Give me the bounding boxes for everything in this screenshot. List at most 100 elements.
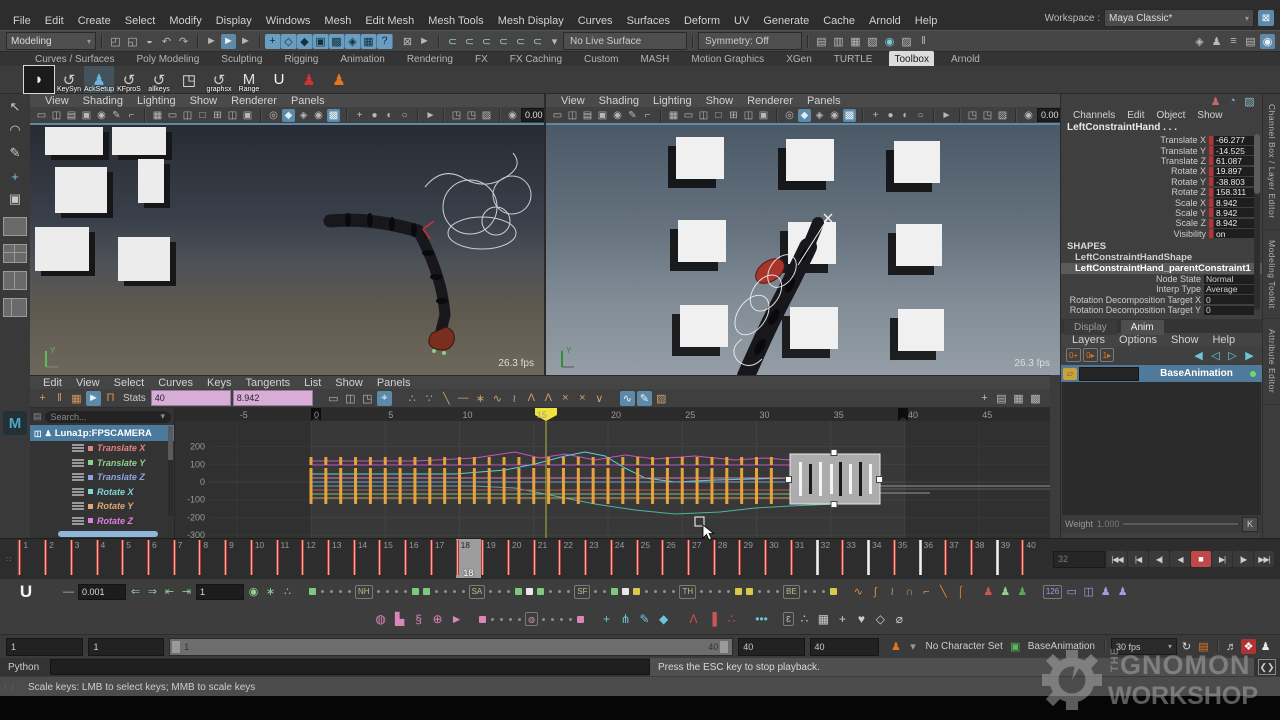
channel-box-toggle-icon[interactable]: ≡ xyxy=(1226,34,1241,49)
timeline-frame[interactable]: 16 xyxy=(404,539,430,579)
graph-editor-menu-item[interactable]: Show xyxy=(335,375,363,390)
playback-start-field[interactable]: 1 xyxy=(88,638,164,656)
select-tool[interactable]: ↖ xyxy=(4,97,26,117)
viewport-menu-item[interactable]: Lighting xyxy=(137,93,176,108)
move-layer-up-icon[interactable]: ◀ xyxy=(1191,348,1206,363)
shelf-kfpros[interactable]: ↺ KFproS xyxy=(114,66,144,93)
use-all-lights-icon[interactable]: ◉ xyxy=(312,109,325,122)
slider-settings-icon[interactable]: ◫ xyxy=(1081,584,1096,599)
timeline-frame[interactable]: 37 xyxy=(944,539,970,579)
channel-box-menu-item[interactable]: Edit xyxy=(1127,108,1144,123)
menu-item[interactable]: Arnold xyxy=(869,13,901,28)
attribute-value[interactable]: -38.803 xyxy=(1214,177,1254,186)
attribute-value[interactable]: 158.311 xyxy=(1214,188,1254,197)
layer-editor-menu-item[interactable]: Layers xyxy=(1072,333,1105,348)
timeline-frame[interactable]: 10 xyxy=(250,539,276,579)
exposure-icon[interactable]: ◉ xyxy=(506,109,519,122)
ease-arc-icon[interactable]: ∩ xyxy=(902,584,917,599)
camera-gate-icon[interactable]: ⌐ xyxy=(125,109,138,122)
channel-box-menu-item[interactable]: Object xyxy=(1157,108,1186,123)
timeline-frame[interactable]: 7 xyxy=(173,539,199,579)
film-gate-icon[interactable]: ▭ xyxy=(682,109,695,122)
animbot-logo[interactable]: U xyxy=(15,584,37,599)
channel-attribute-row[interactable]: Rotate X 19.897 xyxy=(1061,166,1262,176)
character-controls-icon[interactable]: ♟ xyxy=(1209,34,1224,49)
shelf-graphsx[interactable]: ↺ graphsx xyxy=(204,66,234,93)
slider-sf[interactable]: SF xyxy=(574,585,590,599)
shelf-animbot[interactable]: U xyxy=(264,66,294,93)
weight-slider[interactable] xyxy=(1123,523,1238,525)
two-d-pan-icon[interactable]: ◉ xyxy=(95,109,108,122)
wireframe-icon[interactable]: ◎ xyxy=(267,109,280,122)
layout-single-pane-button[interactable] xyxy=(3,217,27,236)
channel-attribute-row[interactable]: Scale Z 8.942 xyxy=(1061,218,1262,228)
epsilon-tool[interactable]: Ɛ xyxy=(783,612,794,626)
script-editor-icon[interactable]: ❮❯ xyxy=(1258,659,1276,675)
timeline-frame[interactable]: 23 xyxy=(584,539,610,579)
sidebar-vertical-tab[interactable]: Modeling Toolkit xyxy=(1263,230,1280,320)
character-set-dropdown-arrow[interactable]: ▾ xyxy=(905,639,920,654)
more-dots-icon[interactable]: ••• xyxy=(753,611,770,628)
render-settings-icon[interactable]: ▧ xyxy=(865,34,880,49)
channel-attribute-row[interactable]: Translate X -66.277 xyxy=(1061,135,1262,145)
save-scene-icon[interactable]: ◒ xyxy=(142,34,157,49)
flat-tangent-icon[interactable]: — xyxy=(456,391,471,406)
range-slider[interactable]: 1 40 xyxy=(169,638,733,656)
show-manipulators-icon[interactable]: ♟ xyxy=(1208,94,1223,109)
shape-attribute-row[interactable]: Interp Type Average xyxy=(1061,284,1262,294)
graph-editor-menu-item[interactable]: Keys xyxy=(207,375,231,390)
shelf-tab[interactable]: Toolbox xyxy=(889,51,933,68)
free-tangent-weight-icon[interactable]: × xyxy=(558,391,573,406)
outliner-channel-row[interactable]: Rotate Z xyxy=(30,514,174,529)
shelf-character-orange[interactable]: ♟ xyxy=(324,66,354,93)
attribute-value[interactable]: 0 xyxy=(1204,295,1254,304)
screen-space-ao-icon[interactable]: + xyxy=(869,109,882,122)
wrench-icon[interactable]: + xyxy=(834,611,851,628)
time-slider-track[interactable]: 1 2 3 4 5 6 xyxy=(17,539,1047,579)
animation-preferences-icon[interactable]: ♟ xyxy=(1258,639,1273,654)
menu-item[interactable]: Mesh Display xyxy=(498,13,564,28)
timeline-frame[interactable]: 40 xyxy=(1021,539,1047,579)
resolution-gate-icon[interactable]: ◫ xyxy=(697,109,710,122)
menu-item[interactable]: File xyxy=(13,13,31,28)
timeline-frame[interactable]: 5 xyxy=(121,539,147,579)
layout-four-pane-button[interactable] xyxy=(3,244,27,263)
shelf-tab[interactable]: Curves / Surfaces xyxy=(30,51,119,68)
timeline-frame[interactable]: 6 xyxy=(147,539,173,579)
last-key-icon[interactable]: ⇥ xyxy=(179,584,194,599)
shelf-tab[interactable]: Sculpting xyxy=(216,51,267,68)
graph-editor-menu-item[interactable]: Tangents xyxy=(246,375,291,390)
playblast-icon[interactable]: ▤ xyxy=(1196,639,1211,654)
snap-surface-icon[interactable]: ▦ xyxy=(361,34,377,49)
channel-attribute-row[interactable]: Scale X 8.942 xyxy=(1061,197,1262,207)
exposure-field[interactable]: 0.00 xyxy=(521,108,544,122)
menu-item[interactable]: Modify xyxy=(169,13,201,28)
layer-editor-menu-item[interactable]: Options xyxy=(1119,333,1157,348)
center-view-icon[interactable]: ◳ xyxy=(360,391,375,406)
step-back-key-button[interactable]: |◀ xyxy=(1128,551,1148,567)
layer-list-empty-area[interactable] xyxy=(1062,382,1261,515)
linear-tangent-icon[interactable]: ╲ xyxy=(439,391,454,406)
construction-history-icon[interactable]: ⊂ xyxy=(445,34,460,49)
step-back-frame-button[interactable]: ◀| xyxy=(1149,551,1169,567)
graph-snapshot-icon[interactable]: ▩ xyxy=(1028,391,1043,406)
step-tangent-icon[interactable]: ∗ xyxy=(473,391,488,406)
shelf-tab[interactable]: MASH xyxy=(635,51,674,68)
render-sequence-icon[interactable]: ▦ xyxy=(848,34,863,49)
go-to-end-button[interactable]: ▶▶| xyxy=(1254,551,1274,567)
create-override-layer-icon[interactable]: 1▸ xyxy=(1100,348,1114,362)
viewport-menu-item[interactable]: Shading xyxy=(599,93,639,108)
timeline-frame[interactable]: 32 xyxy=(816,539,842,579)
camera-icon[interactable]: ▭ xyxy=(35,109,48,122)
stats-label[interactable]: Stats xyxy=(123,391,146,406)
tooltip-icon[interactable]: ▭ xyxy=(1064,584,1079,599)
outliner-channel-row[interactable]: Translate Z xyxy=(30,470,174,485)
timeline-frame[interactable]: 8 xyxy=(198,539,224,579)
timeline-frame[interactable]: 36 xyxy=(919,539,945,579)
timeline-frame[interactable]: 28 xyxy=(713,539,739,579)
bookmark-icon[interactable]: ▤ xyxy=(581,109,594,122)
grease-pencil-icon[interactable]: ✎ xyxy=(626,109,639,122)
redo-icon[interactable]: ↷ xyxy=(176,34,191,49)
channel-attribute-row[interactable]: Rotate Y -38.803 xyxy=(1061,177,1262,187)
outliner-toggle-icon[interactable]: ◈ xyxy=(1192,34,1207,49)
